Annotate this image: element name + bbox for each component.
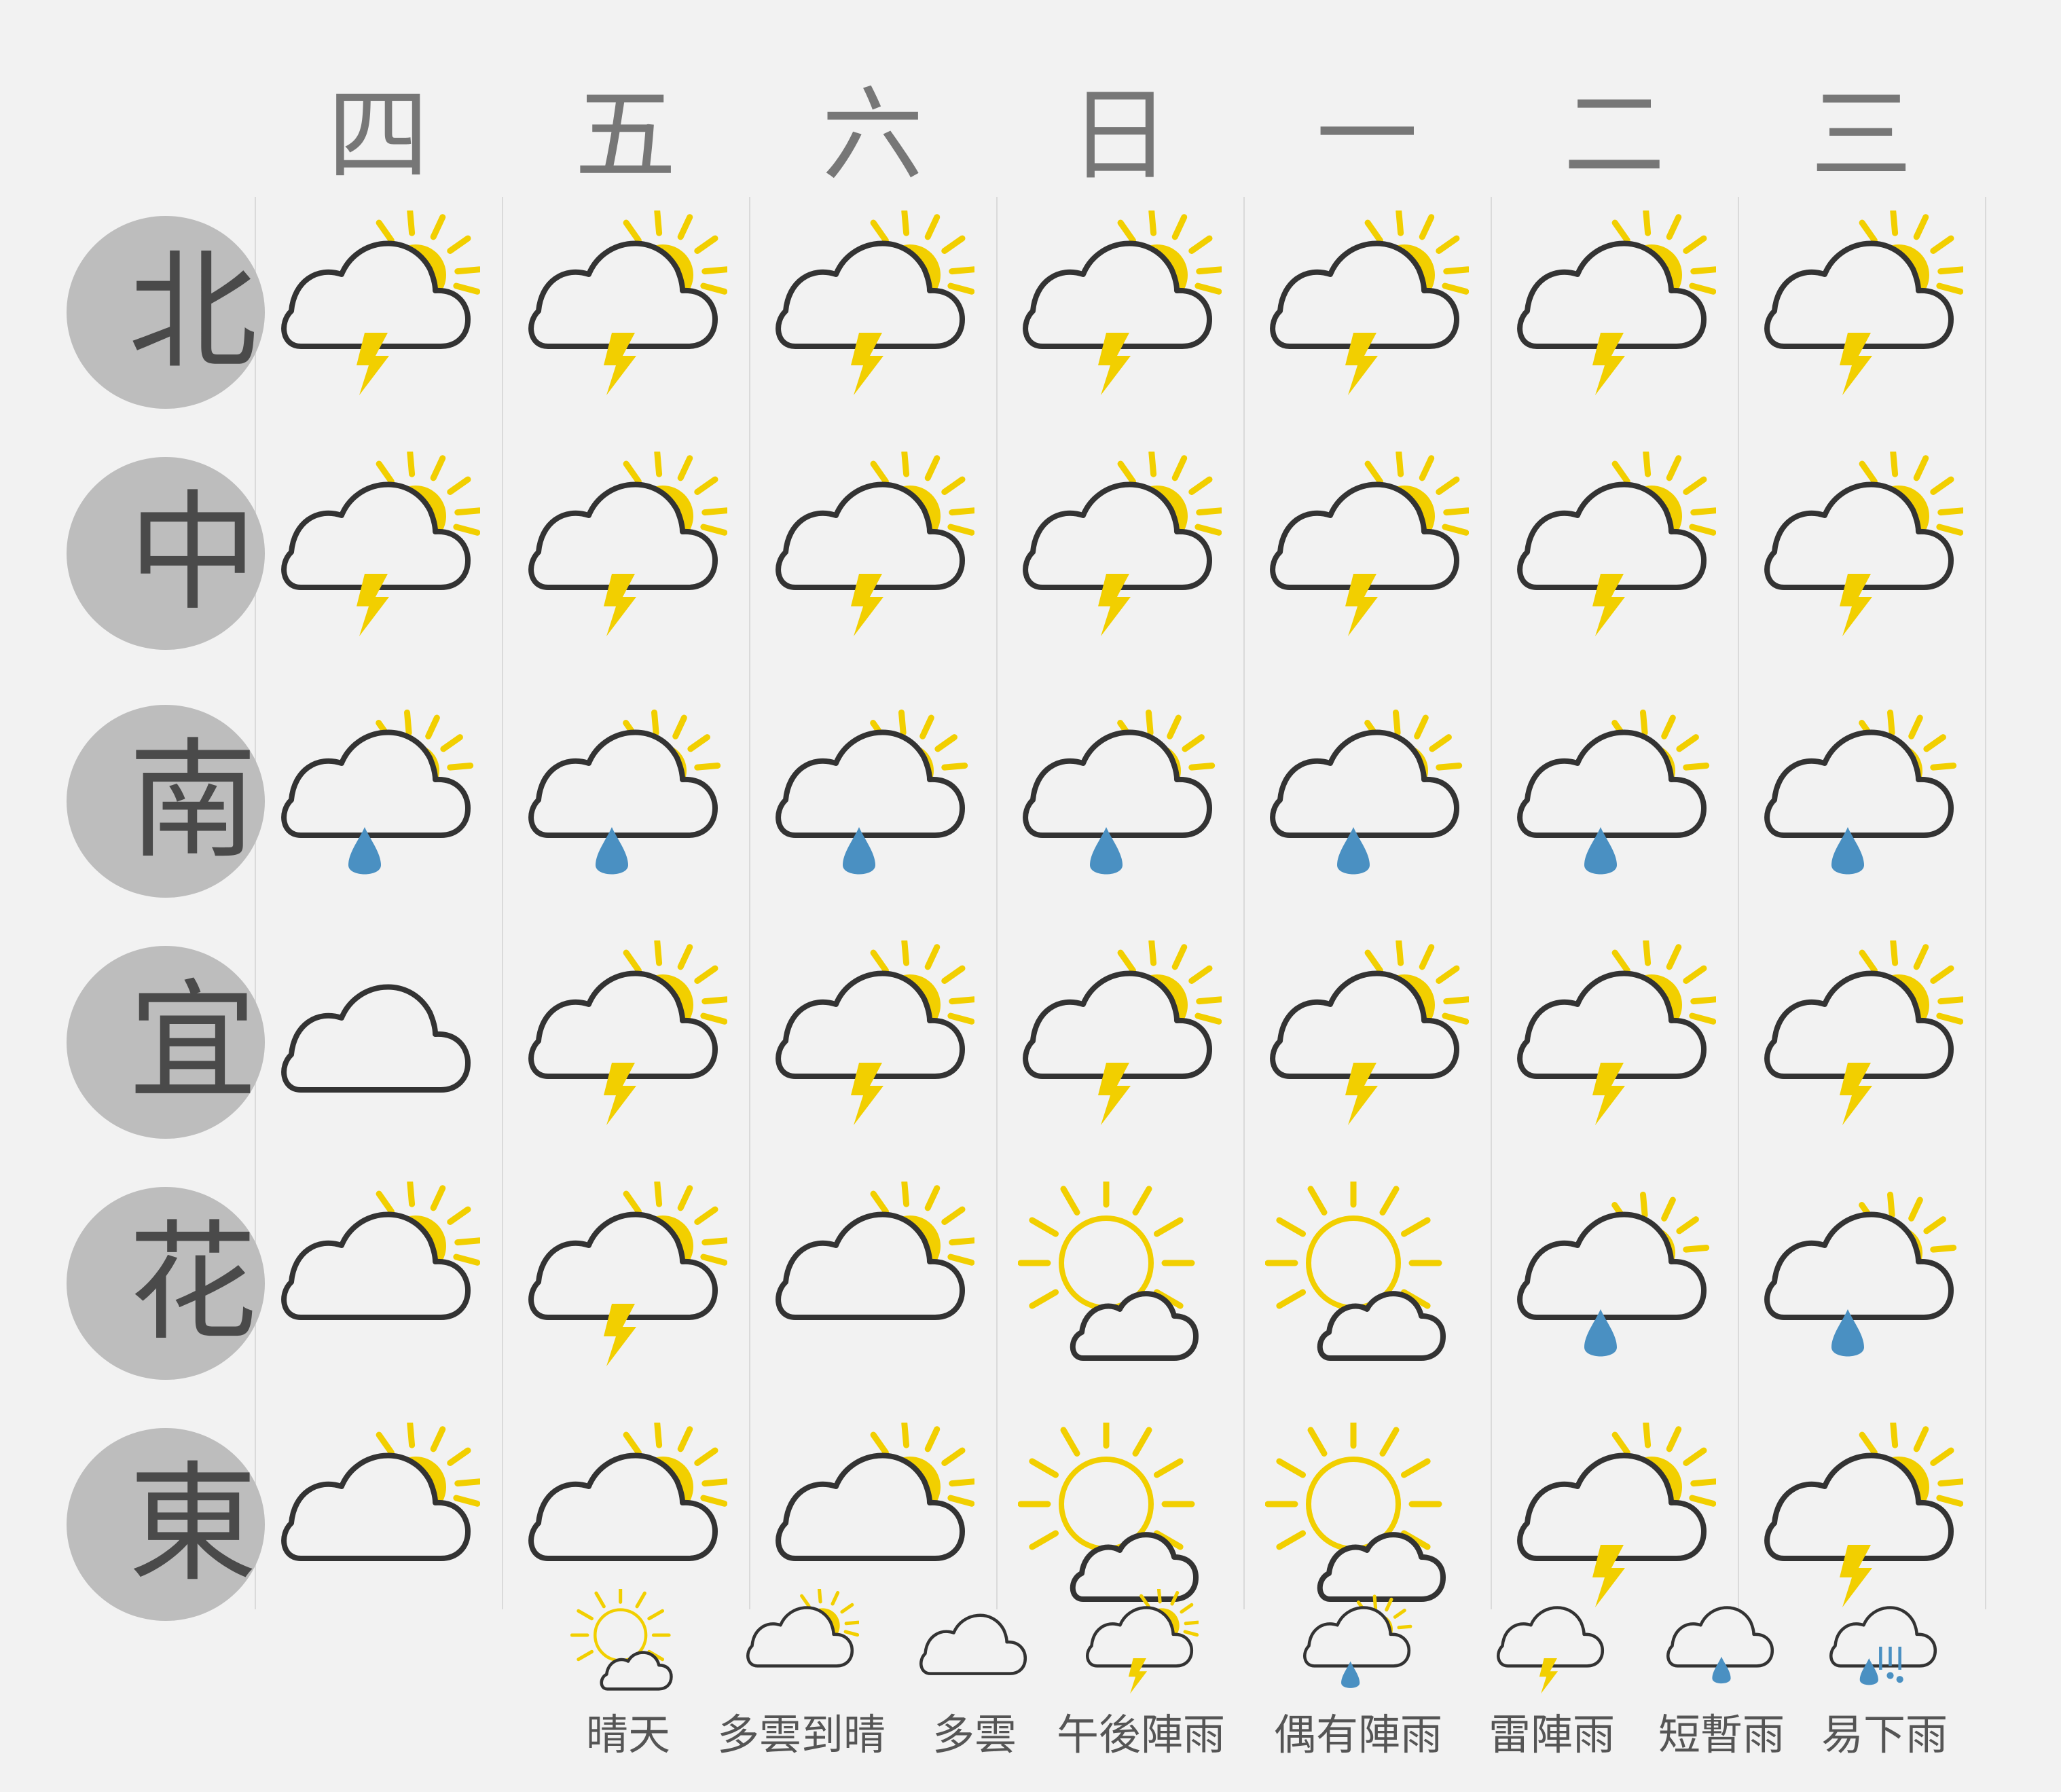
partly-cloudy-icon — [276, 1182, 480, 1385]
afternoon-thunderstorm-icon — [1512, 211, 1716, 414]
region-badge: 北 — [67, 216, 265, 409]
afternoon-thunderstorm-icon — [524, 940, 727, 1144]
legend-item: 多雲 — [907, 1589, 1042, 1766]
legend-label: 短暫雨 — [1658, 1710, 1785, 1759]
partly-cloudy-icon — [276, 1423, 480, 1626]
occasional-showers-icon — [276, 699, 480, 903]
legend-item: 易下雨 — [1810, 1589, 1959, 1766]
legend-label: 晴天 — [585, 1710, 670, 1759]
region-badge: 東 — [67, 1428, 265, 1621]
partly-cloudy-icon — [746, 1589, 859, 1668]
thunder-shower-icon — [1497, 1606, 1605, 1694]
region-label: 花 — [128, 1208, 257, 1358]
legend-label: 午後陣雨 — [1056, 1710, 1225, 1759]
legend-item: 晴天 — [560, 1589, 696, 1766]
afternoon-thunderstorm-icon — [1512, 452, 1716, 655]
legend-label: 易下雨 — [1821, 1710, 1948, 1759]
column-divider — [1243, 197, 1245, 1609]
occasional-showers-icon — [1265, 699, 1469, 903]
column-divider — [255, 197, 256, 1609]
afternoon-thunderstorm-icon — [524, 211, 727, 414]
region-badge: 南 — [67, 705, 265, 898]
cloudy-icon — [919, 1613, 1027, 1675]
column-divider — [1738, 197, 1739, 1609]
legend-label: 多雲 — [932, 1710, 1017, 1759]
occasional-showers-icon — [1759, 1182, 1963, 1385]
afternoon-thunderstorm-icon — [771, 211, 974, 414]
afternoon-thunderstorm-icon — [276, 211, 480, 414]
column-divider — [1985, 197, 1986, 1609]
afternoon-thunderstorm-icon — [1759, 211, 1963, 414]
occasional-showers-icon — [771, 699, 974, 903]
day-label: 一 — [1315, 77, 1418, 195]
legend-item: 偶有陣雨 — [1256, 1589, 1460, 1766]
region-label: 宜 — [128, 967, 257, 1117]
afternoon-thunderstorm-icon — [276, 452, 480, 655]
day-label: 四 — [327, 77, 429, 195]
region-label: 東 — [128, 1449, 257, 1599]
afternoon-thunderstorm-icon — [771, 452, 974, 655]
cloudy-icon — [276, 940, 480, 1144]
afternoon-thunderstorm-icon — [1018, 452, 1222, 655]
afternoon-thunderstorm-icon — [1018, 940, 1222, 1144]
legend-item: 多雲到晴 — [706, 1589, 896, 1766]
region-badge: 中 — [67, 457, 265, 650]
legend-label: 偶有陣雨 — [1273, 1710, 1442, 1759]
afternoon-thunderstorm-icon — [771, 940, 974, 1144]
column-divider — [1491, 197, 1492, 1609]
sunny-icon — [570, 1589, 673, 1691]
day-label: 三 — [1810, 77, 1912, 195]
afternoon-thunderstorm-icon — [1265, 211, 1469, 414]
afternoon-thunderstorm-icon — [1512, 940, 1716, 1144]
column-divider — [749, 197, 750, 1609]
legend-item: 短暫雨 — [1647, 1589, 1796, 1766]
afternoon-thunderstorm-icon — [524, 1182, 727, 1385]
afternoon-thunderstorm-icon — [1759, 940, 1963, 1144]
region-label: 中 — [128, 478, 257, 628]
day-label: 日 — [1068, 77, 1171, 195]
region-label: 南 — [128, 726, 257, 876]
occasional-showers-icon — [1759, 699, 1963, 903]
brief-rain-icon — [1666, 1606, 1774, 1684]
legend-item: 午後陣雨 — [1039, 1589, 1243, 1766]
afternoon-thunderstorm-icon — [1018, 211, 1222, 414]
occasional-showers-icon — [1018, 699, 1222, 903]
heavy-rain-icon — [1829, 1606, 1937, 1685]
occasional-showers-icon — [1303, 1594, 1412, 1688]
afternoon-thunderstorm-icon — [1265, 940, 1469, 1144]
day-label: 五 — [574, 77, 676, 195]
occasional-showers-icon — [1512, 699, 1716, 903]
occasional-showers-icon — [1512, 1182, 1716, 1385]
afternoon-thunderstorm-icon — [1265, 452, 1469, 655]
legend-label: 多雲到晴 — [716, 1710, 886, 1759]
occasional-showers-icon — [524, 699, 727, 903]
region-label: 北 — [128, 237, 257, 387]
day-label: 二 — [1563, 77, 1665, 195]
column-divider — [996, 197, 998, 1609]
sunny-icon — [1265, 1182, 1469, 1385]
region-badge: 花 — [67, 1187, 265, 1380]
legend-item: 雷陣雨 — [1477, 1589, 1626, 1766]
sunny-icon — [1018, 1182, 1222, 1385]
region-badge: 宜 — [67, 946, 265, 1139]
afternoon-thunderstorm-icon — [1086, 1589, 1199, 1694]
partly-cloudy-icon — [771, 1182, 974, 1385]
day-label: 六 — [821, 77, 924, 195]
column-divider — [502, 197, 503, 1609]
afternoon-thunderstorm-icon — [524, 452, 727, 655]
afternoon-thunderstorm-icon — [1759, 452, 1963, 655]
legend-label: 雷陣雨 — [1488, 1710, 1615, 1759]
